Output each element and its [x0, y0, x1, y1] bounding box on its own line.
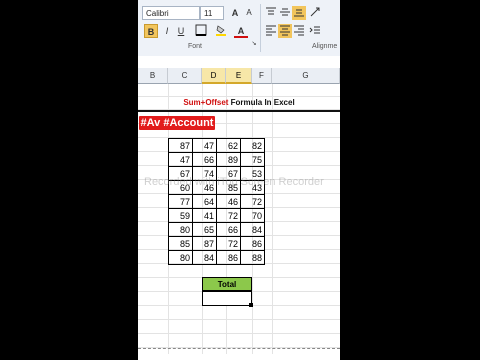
borders-icon[interactable]: [194, 24, 208, 38]
table-row: 77 64 46 72: [168, 194, 265, 209]
data-cell[interactable]: 62: [216, 138, 241, 153]
align-left-icon[interactable]: [264, 24, 278, 38]
bold-button[interactable]: B: [144, 24, 158, 38]
align-middle-icon[interactable]: [278, 6, 292, 20]
font-name-dropdown[interactable]: Calibri: [142, 6, 200, 20]
underline-button[interactable]: U: [174, 24, 188, 38]
data-cell[interactable]: 84: [192, 250, 217, 265]
font-color-button[interactable]: A: [234, 24, 248, 38]
data-cell[interactable]: 65: [192, 222, 217, 237]
shrink-font-button[interactable]: A: [242, 6, 256, 20]
data-cell[interactable]: 75: [240, 152, 265, 167]
table-row: 80 65 66 84: [168, 222, 265, 237]
fill-color-icon[interactable]: [214, 24, 228, 38]
data-cell[interactable]: 80: [168, 250, 193, 265]
align-bottom-icon[interactable]: [292, 6, 306, 20]
alignment-group-label: Alignme: [312, 43, 338, 50]
data-cell[interactable]: 86: [216, 250, 241, 265]
data-cell[interactable]: 88: [240, 250, 265, 265]
title-underline: [138, 110, 340, 112]
table-row: 87 47 62 82: [168, 138, 265, 153]
sheet-title: Sum+Offset Formula In Excel: [138, 98, 340, 107]
align-top-icon[interactable]: [264, 6, 278, 20]
font-group-label: Font: [188, 43, 203, 50]
active-cell[interactable]: [202, 291, 252, 306]
grow-font-button[interactable]: A: [228, 6, 242, 20]
data-cell[interactable]: 77: [168, 194, 193, 209]
data-cell[interactable]: 41: [192, 208, 217, 223]
column-header-g[interactable]: G: [272, 68, 340, 84]
column-header-e[interactable]: E: [226, 68, 252, 84]
data-cell[interactable]: 59: [168, 208, 193, 223]
data-cell[interactable]: 70: [240, 208, 265, 223]
data-cell[interactable]: 72: [216, 208, 241, 223]
italic-button[interactable]: I: [160, 24, 174, 38]
excel-window: Calibri 11 A A B I U A Font ↘ Alignme B …: [138, 0, 340, 360]
data-cell[interactable]: 46: [216, 194, 241, 209]
data-table: 87 47 62 82 47 66 89 75 67 74 67 53 60 4…: [168, 138, 265, 265]
data-cell[interactable]: 84: [240, 222, 265, 237]
data-cell[interactable]: 85: [168, 236, 193, 251]
fill-handle[interactable]: [249, 303, 253, 307]
data-cell[interactable]: 82: [240, 138, 265, 153]
column-header-f[interactable]: F: [252, 68, 272, 84]
column-header-c[interactable]: C: [168, 68, 202, 84]
font-size-dropdown[interactable]: 11: [200, 6, 224, 20]
recorder-watermark: Recorded with iTop Screen Recorder: [144, 176, 324, 188]
table-row: 85 87 72 86: [168, 236, 265, 251]
align-right-icon[interactable]: [292, 24, 306, 38]
total-label-cell[interactable]: Total: [202, 277, 252, 291]
data-cell[interactable]: 72: [216, 236, 241, 251]
data-cell[interactable]: 86: [240, 236, 265, 251]
data-cell[interactable]: 47: [192, 138, 217, 153]
data-cell[interactable]: 64: [192, 194, 217, 209]
indent-icon[interactable]: [308, 24, 322, 38]
data-cell[interactable]: 80: [168, 222, 193, 237]
orientation-icon[interactable]: [308, 6, 322, 20]
align-center-icon[interactable]: [278, 24, 292, 38]
data-cell[interactable]: 89: [216, 152, 241, 167]
data-cell[interactable]: 72: [240, 194, 265, 209]
data-cell[interactable]: 47: [168, 152, 193, 167]
table-row: 59 41 72 70: [168, 208, 265, 223]
table-row: 47 66 89 75: [168, 152, 265, 167]
data-cell[interactable]: 87: [192, 236, 217, 251]
column-header-b[interactable]: B: [138, 68, 168, 84]
data-cell[interactable]: 66: [216, 222, 241, 237]
data-cell[interactable]: 66: [192, 152, 217, 167]
hashtag-label: #Av #Account: [139, 116, 215, 130]
title-highlight: Sum+Offset: [183, 98, 229, 107]
data-cell[interactable]: 87: [168, 138, 193, 153]
title-rest: Formula In Excel: [228, 98, 295, 107]
ribbon: Calibri 11 A A B I U A Font ↘ Alignme: [138, 0, 340, 57]
font-dialog-launcher-icon[interactable]: ↘: [250, 40, 258, 48]
page-break-line: [138, 348, 340, 350]
ribbon-separator: [260, 4, 261, 52]
table-row: 80 84 86 88: [168, 250, 265, 265]
column-header-d[interactable]: D: [202, 68, 226, 84]
